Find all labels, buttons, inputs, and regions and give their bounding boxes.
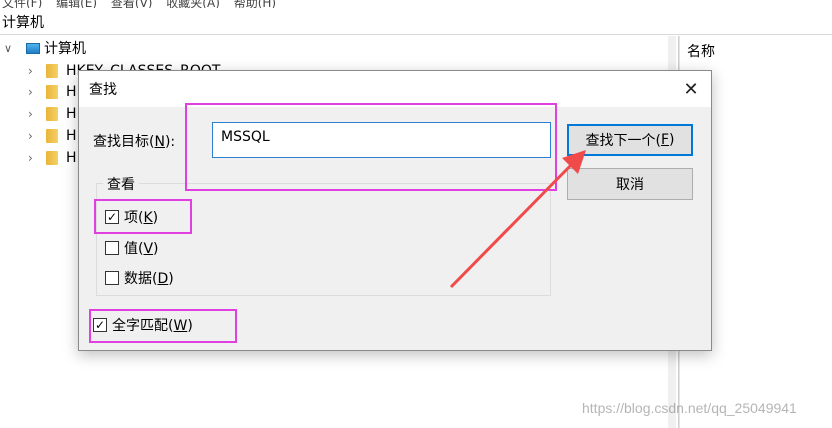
tree-item-hklm[interactable]: › H (28, 103, 77, 125)
tree-item-label: H (66, 84, 77, 100)
tree-root-computer[interactable]: ∨ 计算机 (4, 38, 86, 58)
chevron-right-icon[interactable]: › (28, 129, 44, 143)
folder-icon (46, 85, 58, 99)
folder-icon (46, 107, 58, 121)
dialog-titlebar: 查找 ✕ (79, 71, 711, 107)
column-header-name[interactable]: 名称 (687, 41, 715, 61)
chevron-right-icon[interactable]: › (28, 151, 44, 165)
checkbox-values[interactable] (105, 241, 119, 255)
watermark-text: https://blog.csdn.net/qq_25049941 (582, 400, 797, 416)
find-next-button[interactable]: 查找下一个(F) (567, 124, 693, 156)
highlight-box-whole-word (89, 309, 237, 343)
folder-icon (46, 129, 58, 143)
chevron-down-icon[interactable]: ∨ (4, 42, 20, 55)
group-legend: 查看 (103, 174, 139, 194)
tree-item-label: H (66, 106, 77, 122)
tree-item-hkcu[interactable]: › H (28, 81, 77, 103)
folder-icon (46, 64, 58, 78)
menu-view[interactable]: 查看(V) (111, 0, 153, 8)
option-data[interactable]: 数据(D) (105, 268, 174, 288)
option-values-label: 值(V) (124, 241, 159, 257)
option-data-label: 数据(D) (124, 271, 174, 287)
menu-bar: 文件(F) 编辑(E) 查看(V) 收藏夹(A) 帮助(H) (0, 0, 832, 8)
highlight-box-keys (94, 199, 192, 234)
checkbox-data[interactable] (105, 271, 119, 285)
address-text: 计算机 (2, 15, 44, 31)
chevron-right-icon[interactable]: › (28, 107, 44, 121)
menu-file[interactable]: 文件(F) (2, 0, 42, 8)
find-target-label: 查找目标(N): (93, 134, 176, 150)
cancel-button[interactable]: 取消 (567, 168, 693, 200)
computer-icon (26, 42, 40, 54)
tree-root-label: 计算机 (44, 41, 86, 57)
highlight-box-target (185, 103, 557, 191)
folder-icon (46, 151, 58, 165)
menu-favorites[interactable]: 收藏夹(A) (166, 0, 220, 8)
chevron-right-icon[interactable]: › (28, 64, 44, 78)
tree-item-hku[interactable]: › H (28, 125, 77, 147)
tree-item-label: H (66, 128, 77, 144)
close-icon[interactable]: ✕ (677, 75, 705, 103)
dialog-title: 查找 (89, 82, 117, 98)
address-bar[interactable]: 计算机 (0, 9, 832, 35)
tree-item-hkcc[interactable]: › H (28, 147, 77, 169)
option-values[interactable]: 值(V) (105, 238, 159, 258)
chevron-right-icon[interactable]: › (28, 85, 44, 99)
menu-edit[interactable]: 编辑(E) (56, 0, 97, 8)
tree-item-label: H (66, 150, 77, 166)
menu-help[interactable]: 帮助(H) (234, 0, 276, 8)
